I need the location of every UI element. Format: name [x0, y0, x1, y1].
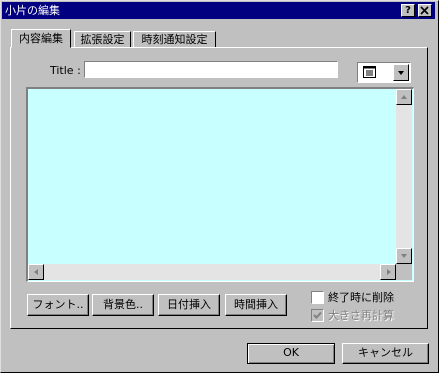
delete-on-exit-checkbox[interactable]: [311, 291, 324, 304]
chevron-down-icon: [398, 71, 404, 75]
arrow-up-icon: [401, 95, 407, 99]
check-icon: [313, 311, 322, 319]
tab-time-notify-settings[interactable]: 時刻通知設定: [133, 31, 216, 47]
tab-extended-settings[interactable]: 拡張設定: [74, 31, 131, 47]
vertical-scrollbar[interactable]: [396, 89, 412, 264]
title-bar[interactable]: 小片の編集 ?: [2, 2, 435, 19]
tab-content-edit[interactable]: 内容編集: [11, 29, 71, 48]
title-label: Title :: [50, 64, 81, 77]
body-text-area[interactable]: [28, 89, 396, 264]
scrollbar-corner: [396, 264, 412, 280]
tab-label: 時刻通知設定: [141, 33, 208, 46]
auto-size-label: 大きさ再計算: [328, 309, 394, 322]
auto-size-checkbox[interactable]: [311, 309, 324, 322]
delete-on-exit-label: 終了時に削除: [328, 291, 394, 304]
title-input[interactable]: [84, 61, 338, 78]
arrow-right-icon: [387, 269, 391, 275]
tab-label: 内容編集: [19, 32, 63, 45]
close-button[interactable]: [418, 4, 432, 17]
window-title: 小片の編集: [5, 4, 60, 17]
font-button[interactable]: フォント..: [27, 294, 89, 316]
background-color-button[interactable]: 背景色..: [92, 294, 154, 316]
tab-label: 拡張設定: [80, 33, 125, 46]
horizontal-scrollbar[interactable]: [28, 264, 396, 280]
help-button[interactable]: ?: [401, 4, 415, 17]
arrow-left-icon: [34, 269, 38, 275]
view-select[interactable]: [357, 62, 411, 83]
arrow-down-icon: [401, 254, 407, 258]
scroll-right-button[interactable]: [380, 264, 396, 280]
ok-button[interactable]: OK: [247, 343, 335, 364]
insert-time-button[interactable]: 時間挿入: [225, 294, 287, 316]
insert-date-button[interactable]: 日付挿入: [158, 294, 220, 316]
cancel-button[interactable]: キャンセル: [342, 343, 429, 364]
body-text-area-frame: [26, 87, 414, 282]
close-icon: [420, 6, 429, 15]
scroll-down-button[interactable]: [396, 248, 412, 264]
list-view-icon: [363, 66, 376, 78]
scroll-left-button[interactable]: [28, 264, 44, 280]
view-select-dropdown-button[interactable]: [393, 64, 409, 81]
scroll-up-button[interactable]: [396, 89, 412, 105]
